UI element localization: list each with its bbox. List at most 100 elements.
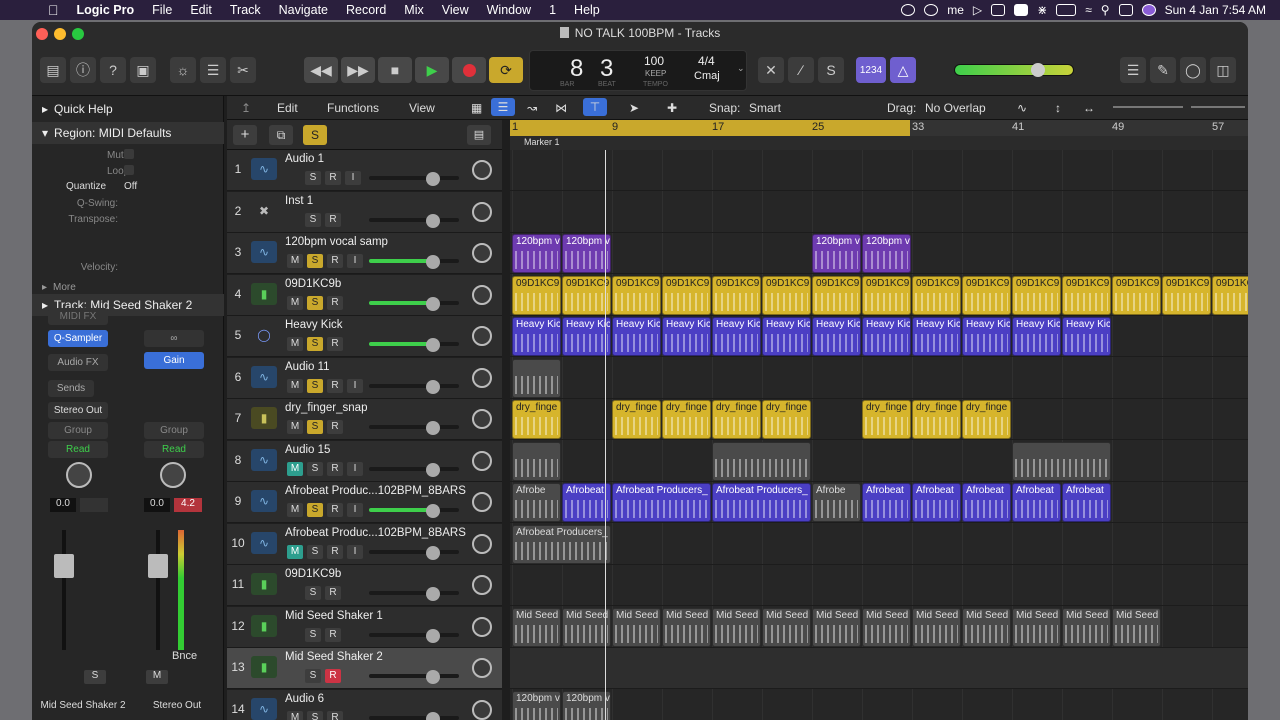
record-enable-button[interactable]: R bbox=[327, 420, 343, 434]
replace-button[interactable]: ✕ bbox=[758, 57, 784, 83]
solo-button[interactable]: S bbox=[818, 57, 844, 83]
siri-icon[interactable] bbox=[1141, 4, 1156, 16]
bluetooth-icon[interactable]: ⋇ bbox=[1037, 3, 1047, 17]
solo-button[interactable]: S bbox=[305, 627, 321, 642]
record-enable-button[interactable]: R bbox=[325, 669, 341, 683]
midi-fx-slot[interactable]: MIDI FX bbox=[48, 308, 108, 325]
menu-edit[interactable]: Edit bbox=[181, 3, 221, 17]
solo-button[interactable]: S bbox=[307, 254, 323, 268]
region[interactable] bbox=[1012, 441, 1111, 481]
catch-icon[interactable]: ⊤ bbox=[583, 98, 607, 116]
track-name[interactable]: 09D1KC9b bbox=[285, 278, 341, 290]
master-volume-slider[interactable] bbox=[954, 63, 1074, 77]
add-track-button[interactable]: + bbox=[233, 125, 257, 145]
lcd-chevron-icon[interactable]: ⌄ bbox=[737, 63, 745, 74]
menu-track[interactable]: Track bbox=[221, 3, 270, 17]
track-name[interactable]: Mid Seed Shaker 1 bbox=[285, 610, 383, 622]
track-header-4[interactable]: 4 ▮ 09D1KC9b M S R bbox=[227, 274, 502, 316]
link-icon[interactable]: ∞ bbox=[144, 330, 204, 347]
drag-dropdown[interactable]: No Overlap bbox=[925, 101, 986, 115]
track-name[interactable]: Afrobeat Produc...102BPM_8BARS bbox=[285, 527, 466, 539]
toolbar-button[interactable]: ▣ bbox=[130, 57, 156, 83]
menu-help[interactable]: Help bbox=[565, 3, 609, 17]
track-header-12[interactable]: 12 ▮ Mid Seed Shaker 1 SR bbox=[227, 606, 502, 648]
editors-button[interactable]: ✂ bbox=[230, 57, 256, 83]
record-enable-button[interactable]: R bbox=[327, 544, 343, 559]
solo-strip-button[interactable]: S bbox=[84, 670, 106, 684]
spotlight-icon[interactable]: ⚲ bbox=[1101, 3, 1110, 17]
track-pan-knob[interactable] bbox=[472, 326, 492, 346]
forward-button[interactable]: ▶▶ bbox=[341, 57, 375, 83]
functions-menu[interactable]: Functions bbox=[327, 101, 379, 115]
region[interactable]: 120bpm v bbox=[862, 234, 911, 273]
pencil-tool-icon[interactable]: ✚ bbox=[667, 101, 677, 115]
smart-controls-button[interactable]: ☼ bbox=[170, 57, 196, 83]
quantize-label[interactable]: Quantize bbox=[66, 181, 106, 192]
clock[interactable]: Sun 4 Jan 7:54 AM bbox=[1165, 3, 1266, 17]
input-monitor-button[interactable]: I bbox=[347, 544, 363, 559]
input-monitor-button[interactable]: I bbox=[347, 503, 363, 517]
global-solo-button[interactable]: S bbox=[303, 125, 327, 145]
track-name[interactable]: Audio 15 bbox=[285, 444, 330, 456]
quantize-value[interactable]: Off bbox=[124, 181, 137, 192]
region[interactable] bbox=[712, 441, 811, 481]
view-menu[interactable]: View bbox=[409, 101, 435, 115]
region[interactable]: Afrobeat bbox=[912, 483, 961, 522]
track-volume-knob[interactable] bbox=[426, 338, 440, 352]
region[interactable]: Afrobeat bbox=[862, 483, 911, 522]
solo-button[interactable]: S bbox=[307, 420, 323, 434]
track-header-14[interactable]: 14 ∿ Audio 6 MSR bbox=[227, 689, 502, 720]
region[interactable]: 09D1KC9 bbox=[712, 275, 761, 315]
input-monitor-button[interactable]: I bbox=[347, 378, 363, 393]
track-pan-knob[interactable] bbox=[472, 284, 492, 305]
track-name[interactable]: Inst 1 bbox=[285, 195, 313, 207]
track-lane[interactable] bbox=[510, 690, 1248, 720]
region[interactable]: Heavy Kic bbox=[862, 317, 911, 356]
sampler-icon[interactable]: ▮ bbox=[251, 614, 277, 637]
list-view-icon[interactable]: ☰ bbox=[491, 98, 515, 116]
control-center-icon[interactable] bbox=[1118, 4, 1133, 16]
track-volume-slider[interactable] bbox=[369, 176, 459, 180]
cycle-button[interactable]: ⟳ bbox=[489, 57, 523, 83]
drummer-icon[interactable]: ◯ bbox=[251, 324, 277, 346]
region[interactable]: Heavy Kic bbox=[762, 317, 811, 356]
region[interactable]: 09D1KC9 bbox=[1012, 275, 1061, 315]
pan-knob[interactable] bbox=[66, 462, 92, 488]
region[interactable]: 09D1KC9 bbox=[512, 275, 561, 315]
region[interactable]: Afrobeat bbox=[1012, 483, 1061, 522]
region[interactable]: 120bpm v bbox=[562, 690, 611, 720]
count-in-button[interactable]: 1234 bbox=[856, 57, 886, 83]
metronome-button[interactable]: △ bbox=[890, 57, 916, 83]
track-name[interactable]: Heavy Kick bbox=[285, 319, 343, 331]
region[interactable]: Heavy Kic bbox=[612, 317, 661, 356]
track-pan-knob[interactable] bbox=[472, 367, 492, 388]
track-lane[interactable] bbox=[510, 358, 1248, 399]
region[interactable]: Heavy Kic bbox=[512, 317, 561, 356]
record-enable-button[interactable]: R bbox=[325, 586, 341, 600]
rewind-button[interactable]: ◀◀ bbox=[304, 57, 338, 83]
region[interactable]: 09D1KC9 bbox=[962, 275, 1011, 315]
region[interactable]: Mid Seed bbox=[662, 607, 711, 647]
solo-button[interactable]: S bbox=[305, 212, 321, 227]
list-editors-button[interactable]: ☰ bbox=[1120, 57, 1146, 83]
region[interactable]: Mid Seed bbox=[862, 607, 911, 647]
track-volume-slider[interactable] bbox=[369, 425, 459, 429]
audio-waveform-icon[interactable]: ∿ bbox=[251, 490, 277, 512]
track-volume-slider[interactable] bbox=[369, 466, 459, 471]
record-status-icon[interactable] bbox=[901, 4, 916, 16]
region[interactable]: 09D1KC9 bbox=[612, 275, 661, 315]
region[interactable]: dry_finge bbox=[862, 400, 911, 439]
track-pan-knob[interactable] bbox=[472, 658, 492, 678]
mute-button[interactable]: M bbox=[287, 544, 303, 559]
track-pan-knob[interactable] bbox=[472, 243, 492, 263]
horizontal-zoom-slider[interactable] bbox=[1191, 106, 1245, 108]
record-enable-button[interactable]: R bbox=[325, 212, 341, 227]
track-name[interactable]: 120bpm vocal samp bbox=[285, 236, 388, 248]
solo-button[interactable]: S bbox=[307, 337, 323, 351]
region[interactable]: Mid Seed bbox=[1062, 607, 1111, 647]
menu-1[interactable]: 1 bbox=[540, 3, 565, 17]
track-name[interactable]: Afrobeat Produc...102BPM_8BARS bbox=[285, 485, 466, 497]
quick-help-button[interactable]: ? bbox=[100, 57, 126, 83]
solo-button[interactable]: S bbox=[307, 503, 323, 517]
stop-button[interactable]: ■ bbox=[378, 57, 412, 83]
